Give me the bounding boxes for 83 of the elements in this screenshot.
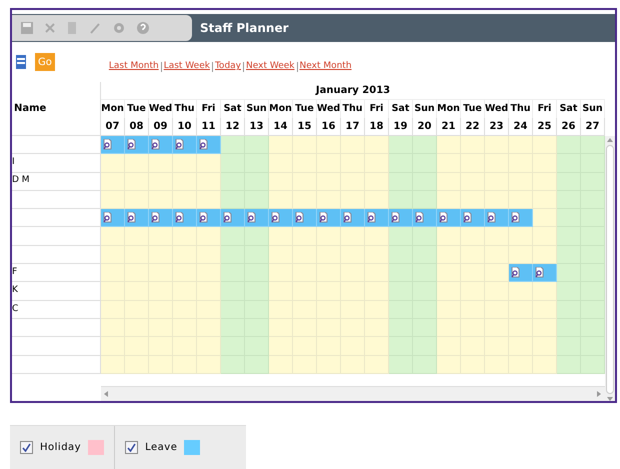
checkbox[interactable]: [20, 441, 33, 454]
date-header: 18: [365, 118, 389, 136]
legend-label: Leave: [145, 441, 178, 455]
document-search-icon[interactable]: [319, 212, 328, 224]
vertical-scrollbar[interactable]: [605, 136, 615, 401]
document-search-icon[interactable]: [127, 139, 136, 150]
date-header: 22: [461, 118, 485, 136]
day-header: Thu: [173, 100, 197, 118]
date-header: 14: [269, 118, 293, 136]
day-header: Wed: [317, 100, 341, 118]
document-search-icon[interactable]: [151, 212, 160, 224]
date-header: 16: [317, 118, 341, 136]
day-header: Mon: [437, 100, 461, 118]
name-cell: K: [12, 282, 101, 301]
scrollbar-thumb[interactable]: [606, 145, 614, 394]
date-header: 20: [413, 118, 437, 136]
nav-link[interactable]: Next Week: [246, 60, 294, 74]
document-search-icon[interactable]: [199, 212, 208, 224]
date-header: 26: [557, 118, 581, 136]
date-header: 08: [125, 118, 149, 136]
date-header: 17: [341, 118, 365, 136]
document-search-icon[interactable]: [103, 212, 112, 224]
document-search-icon[interactable]: [415, 212, 424, 224]
document-search-icon[interactable]: [511, 212, 520, 224]
document-search-icon[interactable]: [127, 212, 136, 224]
day-header: Tue: [461, 100, 485, 118]
date-header: 15: [293, 118, 317, 136]
day-header: Mon: [269, 100, 293, 118]
day-header: Tue: [293, 100, 317, 118]
date-header: 27: [581, 118, 605, 136]
document-search-icon[interactable]: [439, 212, 448, 224]
document-search-icon[interactable]: [535, 267, 544, 278]
name-cell: I: [12, 154, 101, 173]
day-header: Tue: [125, 100, 149, 118]
column-header: Name: [12, 82, 101, 136]
day-header: Sat: [557, 100, 581, 118]
name-cell: C: [12, 300, 101, 319]
name-cell: D M: [12, 172, 101, 191]
date-header: 09: [149, 118, 173, 136]
document-search-icon[interactable]: [103, 139, 112, 150]
document-search-icon[interactable]: [367, 212, 376, 224]
window-title: Staff Planner: [200, 20, 289, 37]
document-search-icon[interactable]: [487, 212, 496, 224]
day-header: Wed: [149, 100, 173, 118]
document-search-icon[interactable]: [175, 139, 184, 150]
document-search-icon[interactable]: [247, 212, 256, 224]
document-search-icon[interactable]: [391, 212, 400, 224]
document-search-icon[interactable]: [271, 212, 280, 224]
date-header: 13: [245, 118, 269, 136]
day-header: Sat: [389, 100, 413, 118]
document-search-icon[interactable]: [223, 212, 232, 224]
day-header: Mon: [101, 100, 125, 118]
legend-label: Holiday: [40, 441, 82, 455]
document-search-icon[interactable]: [463, 212, 472, 224]
checkbox[interactable]: [125, 441, 138, 454]
nav-link[interactable]: Last Week: [164, 60, 210, 74]
document-search-icon[interactable]: [175, 212, 184, 224]
day-header: Sun: [581, 100, 605, 118]
nav-link[interactable]: Next Month: [300, 60, 352, 74]
day-header: Sat: [221, 100, 245, 118]
name-cell: F: [12, 264, 101, 282]
date-header: 24: [509, 118, 533, 136]
date-header: 21: [437, 118, 461, 136]
date-header: 10: [173, 118, 197, 136]
document-search-icon[interactable]: [511, 267, 520, 278]
day-header: Sun: [245, 100, 269, 118]
date-header: 12: [221, 118, 245, 136]
date-header: 19: [389, 118, 413, 136]
day-header: Thu: [509, 100, 533, 118]
document-search-icon[interactable]: [295, 212, 304, 224]
nav-link[interactable]: Today: [214, 60, 241, 74]
day-header: Sun: [413, 100, 437, 118]
document-search-icon[interactable]: [343, 212, 352, 224]
date-header: 25: [533, 118, 557, 136]
date-header: 23: [485, 118, 509, 136]
day-header: Wed: [485, 100, 509, 118]
calendar-icon[interactable]: [15, 54, 27, 70]
document-search-icon[interactable]: [199, 139, 208, 150]
document-search-icon[interactable]: [151, 139, 160, 150]
day-header: Thu: [341, 100, 365, 118]
date-header: 11: [197, 118, 221, 136]
date-header: 07: [101, 118, 125, 136]
nav-link[interactable]: Last Month: [108, 60, 159, 74]
